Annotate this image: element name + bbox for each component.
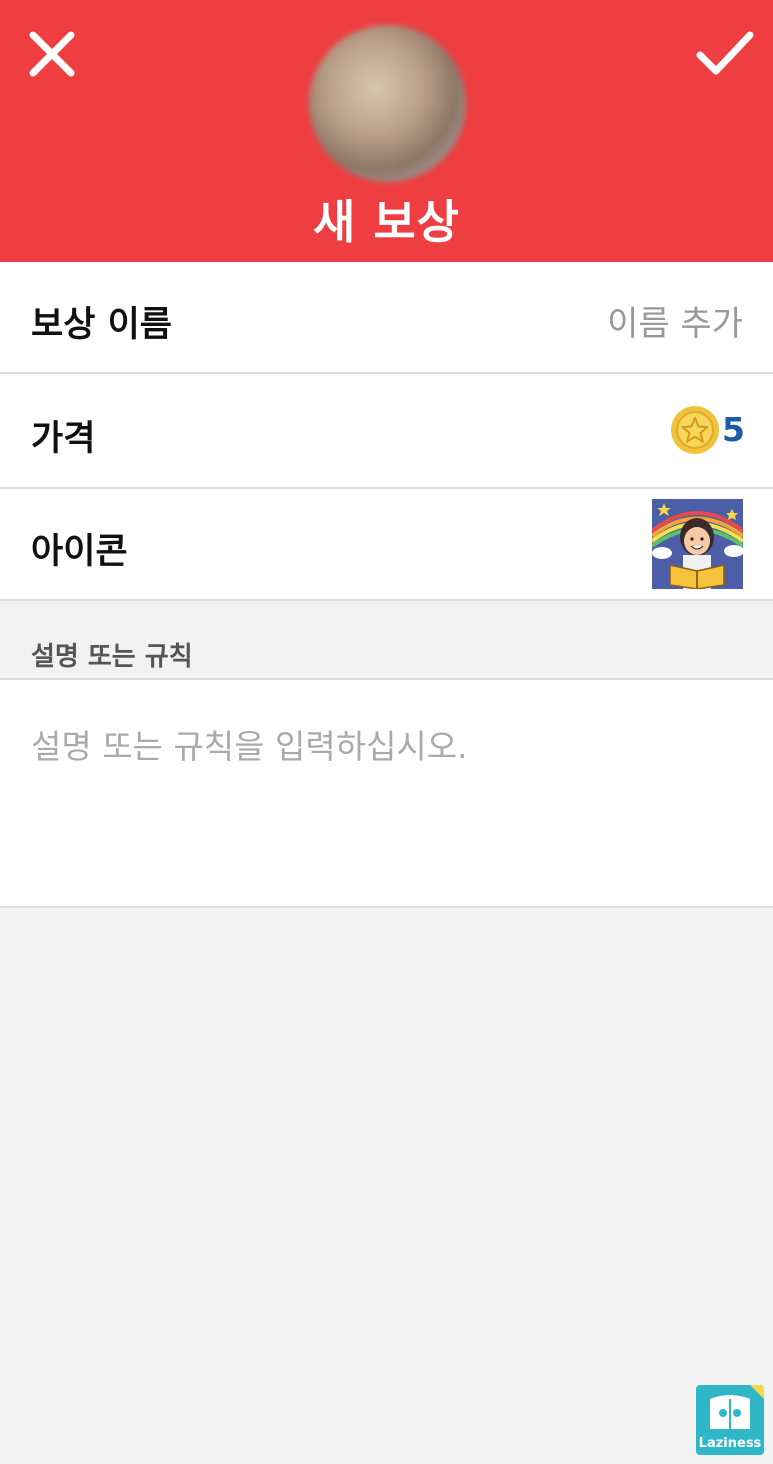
description-section-label: 설명 또는 규칙: [31, 642, 193, 672]
logo-text: Laziness: [698, 1436, 762, 1451]
close-button[interactable]: [20, 22, 84, 86]
avatar[interactable]: [309, 25, 466, 182]
header-bar: 새 보상: [0, 0, 773, 262]
star-coin-icon: [671, 406, 719, 454]
price-row[interactable]: 가격: [0, 374, 773, 489]
reward-name-label: 보상 이름: [31, 305, 172, 345]
description-input[interactable]: 설명 또는 규칙을 입력하십시오.: [0, 678, 773, 908]
price-label: 가격: [31, 419, 96, 459]
close-icon: [29, 31, 75, 77]
page-title: 새 보상: [313, 195, 460, 249]
confirm-button[interactable]: [693, 22, 757, 86]
child-reading-book-icon[interactable]: [652, 499, 743, 589]
laziness-logo: Laziness: [696, 1385, 764, 1455]
price-value[interactable]: 5: [722, 410, 745, 449]
logo-mark-icon: [710, 1395, 750, 1429]
icon-label: 아이콘: [31, 532, 128, 572]
reward-name-input[interactable]: 이름 추가: [607, 296, 743, 345]
reward-name-row[interactable]: 보상 이름 이름 추가: [0, 262, 773, 374]
description-placeholder: 설명 또는 규칙을 입력하십시오.: [31, 727, 468, 766]
check-icon: [696, 31, 754, 75]
